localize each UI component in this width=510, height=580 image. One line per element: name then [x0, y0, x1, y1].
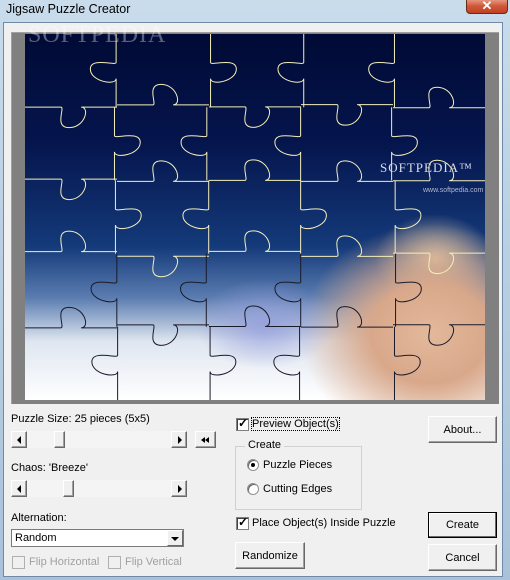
- jigsaw-cut-line-horizontal: [393, 324, 485, 346]
- randomize-button-label: Randomize: [242, 550, 298, 562]
- reset-size-button[interactable]: [195, 431, 216, 448]
- jigsaw-cut-line-vertical: [274, 107, 302, 181]
- jigsaw-cut-line-horizontal: [117, 255, 209, 278]
- arrow-left-icon: [17, 485, 21, 493]
- chaos-decrease-button[interactable]: [11, 480, 27, 497]
- alternation-selected-value: Random: [15, 532, 57, 544]
- jigsaw-cut-line-horizontal: [209, 305, 301, 327]
- arrow-left-icon: [17, 436, 21, 444]
- radio-puzzle-pieces[interactable]: [247, 459, 259, 471]
- arrow-right-icon: [178, 436, 182, 444]
- puzzle-size-slider[interactable]: [11, 431, 187, 448]
- jigsaw-cut-line-horizontal: [209, 230, 301, 252]
- jigsaw-cut-line-horizontal: [209, 106, 301, 128]
- jigsaw-cut-line-horizontal: [393, 252, 485, 275]
- jigsaw-cut-line-vertical: [273, 326, 301, 400]
- jigsaw-cut-line-vertical: [180, 253, 207, 327]
- alternation-dropdown[interactable]: Random: [11, 529, 184, 547]
- jigsaw-cut-line-horizontal: [209, 159, 301, 181]
- jigsaw-cut-line-horizontal: [301, 160, 393, 182]
- about-button-label: About...: [443, 424, 482, 436]
- chaos-slider[interactable]: [11, 480, 187, 497]
- flip-vertical-checkbox[interactable]: [108, 556, 121, 569]
- jigsaw-cut-line-vertical: [368, 34, 395, 108]
- jigsaw-cut-line-horizontal: [301, 104, 393, 126]
- radio-selected-dot: [251, 463, 255, 467]
- flip-vertical-label: Flip Vertical: [125, 556, 182, 568]
- jigsaw-cut-line-horizontal: [25, 306, 117, 329]
- jigsaw-cut-line-horizontal: [25, 178, 117, 201]
- create-button-label: Create: [445, 519, 480, 531]
- radio-cutting-edges-label[interactable]: Cutting Edges: [263, 483, 332, 495]
- close-icon: ✕: [481, 0, 493, 13]
- chaos-label: Chaos: 'Breeze': [11, 462, 88, 474]
- jigsaw-cut-line-vertical: [395, 253, 422, 327]
- close-button[interactable]: ✕: [466, 0, 508, 14]
- jigsaw-cut-line-horizontal: [393, 159, 485, 182]
- flip-horizontal-checkbox[interactable]: [12, 556, 25, 569]
- radio-cutting-edges[interactable]: [247, 483, 259, 495]
- puzzle-preview-image: SOFTPEDIA™ www.softpedia.com: [25, 34, 485, 400]
- place-inside-label[interactable]: Place Object(s) Inside Puzzle: [252, 517, 396, 529]
- flip-horizontal-label: Flip Horizontal: [29, 556, 100, 568]
- jigsaw-cut-lines: [25, 34, 485, 400]
- randomize-button[interactable]: Randomize: [235, 542, 305, 569]
- jigsaw-cut-line-vertical: [391, 107, 418, 181]
- cancel-button[interactable]: Cancel: [428, 544, 497, 571]
- puzzle-size-label: Puzzle Size: 25 pieces (5x5): [11, 413, 150, 425]
- preview-objects-label[interactable]: Preview Object(s): [251, 417, 340, 431]
- jigsaw-cut-line-vertical: [300, 180, 327, 254]
- jigsaw-cut-line-horizontal: [25, 106, 117, 129]
- jigsaw-cut-line-vertical: [182, 180, 210, 254]
- jigsaw-cut-line-vertical: [90, 253, 118, 327]
- title-bar[interactable]: Jigsaw Puzzle Creator ✕: [0, 0, 510, 22]
- about-button[interactable]: About...: [428, 416, 497, 443]
- jigsaw-cut-line-horizontal: [393, 86, 485, 109]
- preview-objects-checkbox[interactable]: ✓: [236, 416, 249, 431]
- create-button[interactable]: Create: [428, 512, 497, 538]
- chevron-down-icon: [171, 537, 179, 541]
- jigsaw-cut-line-vertical: [393, 326, 421, 400]
- checkmark-icon: ✓: [238, 515, 249, 529]
- puzzle-size-decrease-button[interactable]: [11, 431, 27, 448]
- chaos-slider-thumb[interactable]: [62, 480, 74, 497]
- jigsaw-cut-line-vertical: [210, 34, 237, 108]
- jigsaw-cut-line-horizontal: [117, 83, 209, 106]
- jigsaw-cut-line-vertical: [274, 253, 302, 327]
- place-inside-checkbox[interactable]: ✓: [236, 515, 249, 530]
- chaos-increase-button[interactable]: [171, 480, 187, 497]
- puzzle-size-slider-thumb[interactable]: [53, 431, 65, 448]
- jigsaw-cut-line-horizontal: [301, 235, 393, 257]
- alternation-label: Alternation:: [11, 512, 67, 524]
- jigsaw-cut-line-vertical: [277, 34, 305, 108]
- alternation-dropdown-button[interactable]: [167, 530, 183, 546]
- cancel-button-label: Cancel: [445, 552, 480, 564]
- jigsaw-cut-line-horizontal: [117, 324, 209, 346]
- arrow-right-icon: [178, 485, 182, 493]
- jigsaw-cut-line-horizontal: [117, 160, 209, 182]
- jigsaw-cut-line-vertical: [209, 326, 237, 400]
- jigsaw-cut-line-vertical: [91, 326, 119, 400]
- jigsaw-cut-line-vertical: [394, 180, 422, 254]
- jigsaw-cut-line-horizontal: [25, 230, 117, 253]
- puzzle-size-increase-button[interactable]: [171, 431, 187, 448]
- jigsaw-cut-line-vertical: [113, 107, 141, 181]
- radio-puzzle-pieces-label[interactable]: Puzzle Pieces: [263, 459, 332, 471]
- create-groupbox: [235, 446, 362, 510]
- jigsaw-cut-line-vertical: [180, 107, 208, 181]
- create-groupbox-title: Create: [245, 439, 285, 451]
- window-title: Jigsaw Puzzle Creator: [6, 2, 131, 16]
- softpedia-watermark: SOFTPEDIA: [28, 22, 167, 48]
- jigsaw-cut-line-horizontal: [301, 306, 393, 328]
- jigsaw-cut-line-vertical: [114, 180, 142, 254]
- checkmark-icon: ✓: [238, 416, 249, 430]
